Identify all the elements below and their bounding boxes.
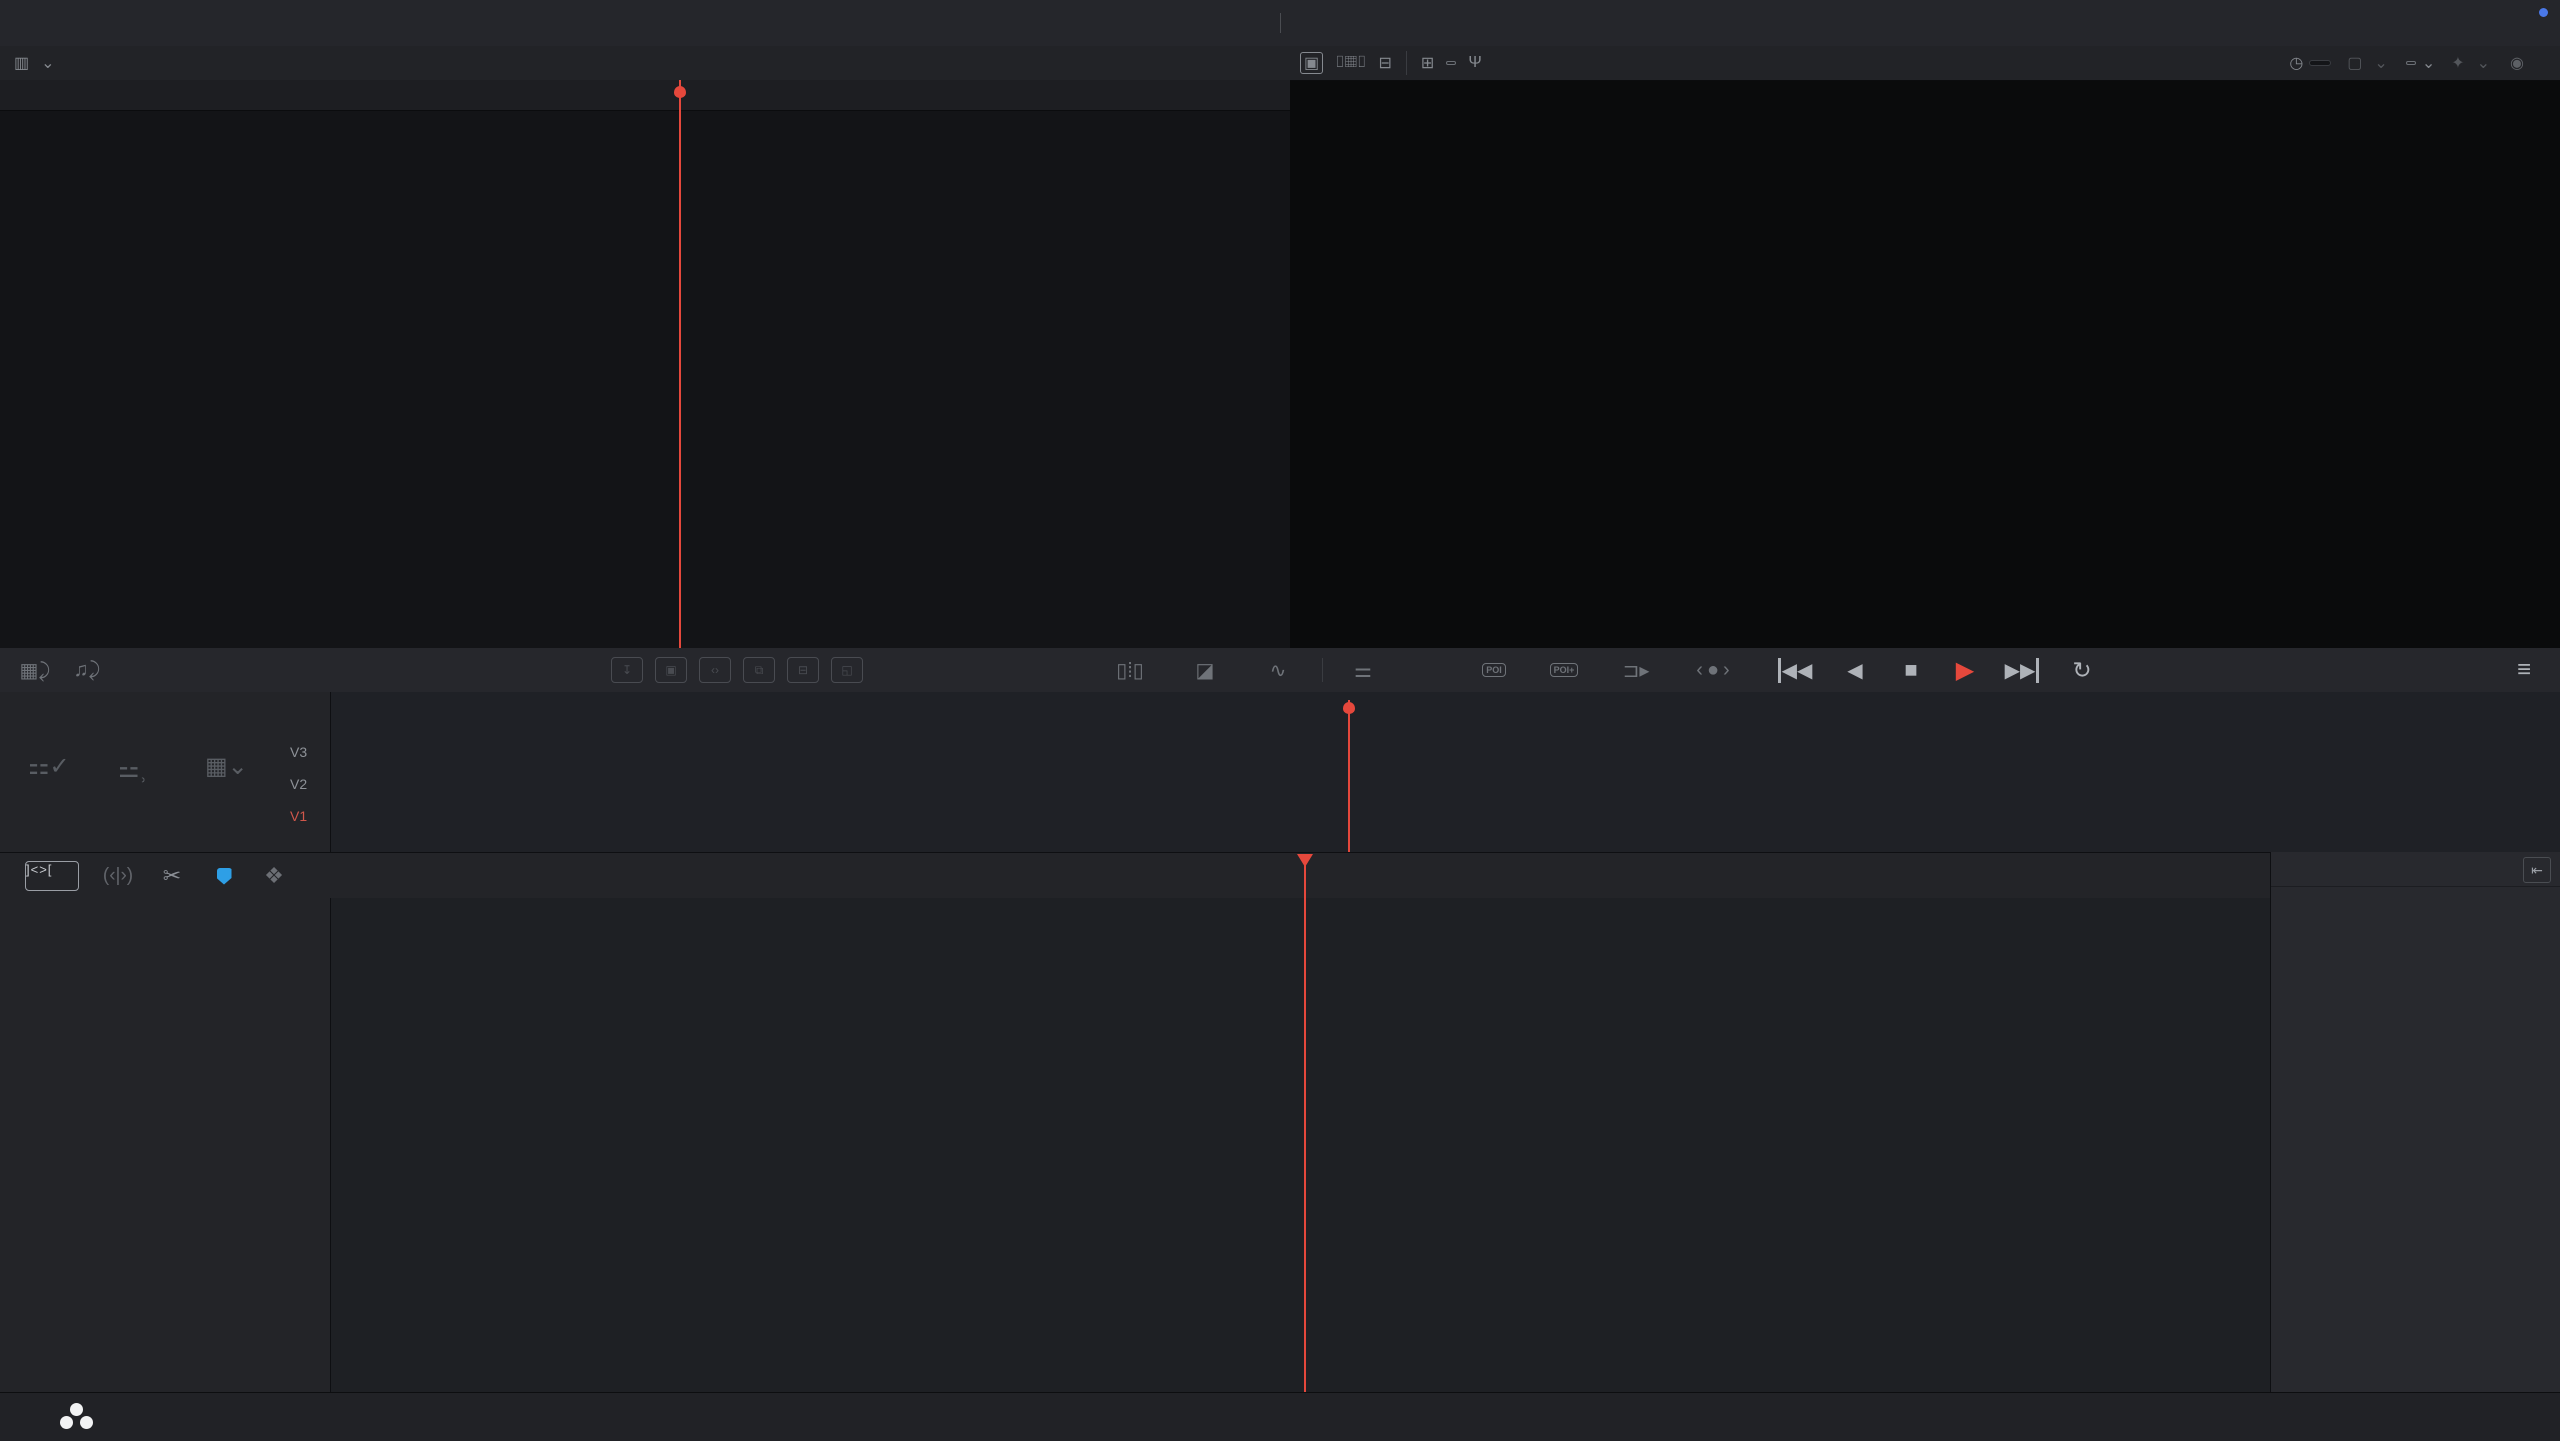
chevron-down-icon[interactable]: ⌄ [2422, 53, 2435, 73]
timeline-pin-icon[interactable]: ⚍⸒ [118, 752, 147, 785]
ripple-overwrite-icon[interactable]: ‹› [696, 648, 734, 692]
stop-icon[interactable]: ■ [1894, 648, 1928, 692]
append-icon[interactable]: ▣ [652, 648, 690, 692]
dissolve-icon[interactable]: ◪ [1185, 648, 1225, 692]
timeline-select-icon[interactable]: ⚏✓ [28, 752, 70, 781]
full-timeline-overview: ⚏✓ ⚍⸒ ▦⌄ V3 V2 V1 [0, 692, 2560, 852]
timeline-toolbar-strip: ]<>[ (‹|›) ✂ ❖ [0, 852, 2560, 900]
davinci-logo-icon [60, 1403, 94, 1431]
source-tape-viewer: ▥ ⌄ [0, 46, 1290, 648]
source-overwrite-icon[interactable]: ⧉ [740, 648, 778, 692]
detail-playhead[interactable] [1304, 854, 1306, 1392]
track-label-v2[interactable]: V2 [290, 776, 307, 792]
source-ruler[interactable] [0, 80, 1290, 111]
loop-icon[interactable]: ↻ [2064, 648, 2100, 692]
chevron-down-icon[interactable]: ⌄ [41, 53, 54, 73]
chevron-down-icon[interactable]: ⌄ [2477, 53, 2490, 73]
place-on-top-icon[interactable]: ⊟ [784, 648, 822, 692]
transport-divider [1322, 658, 1323, 682]
insert-audio-icon[interactable]: ♫⤸ [70, 648, 104, 692]
enhance-icon[interactable]: ✦ [2451, 53, 2464, 73]
sync-lock-icon[interactable] [204, 861, 244, 891]
upper-timeline-tools: ⚏✓ ⚍⸒ ▦⌄ V3 V2 V1 [0, 692, 331, 852]
fast-review-icon[interactable]: ‹●› [1678, 648, 1752, 692]
top-toolbar [0, 0, 2560, 47]
play-around-icon[interactable]: ⊐▸ [1618, 648, 1654, 692]
safe-area-icon[interactable]: ▢ [2347, 53, 2362, 73]
skip-back-icon[interactable]: ◀◀ [1775, 648, 1815, 692]
source-playhead[interactable] [679, 80, 681, 648]
track-label-v3[interactable]: V3 [290, 744, 307, 760]
split-clip-icon[interactable]: ▯⁞▯ [1110, 648, 1150, 692]
razor-icon[interactable]: ✂ [152, 861, 192, 891]
source-filmstrips [0, 110, 1290, 648]
track-headers [0, 898, 331, 1392]
clock-icon[interactable]: ◷ [2289, 53, 2303, 73]
source-clip-icon[interactable]: ▣ [1300, 52, 1323, 74]
overview-ruler[interactable] [330, 700, 2560, 726]
poi-marker-icon[interactable]: POI [1472, 648, 1516, 692]
smooth-cut-icon[interactable]: ∿ [1258, 648, 1298, 692]
source-playhead-head[interactable] [674, 86, 686, 98]
grid-layout-icon[interactable]: ⊞ [1421, 53, 1434, 73]
color-wheel-icon[interactable]: ◉ [2510, 53, 2524, 73]
source-viewer-header: ▥ ⌄ [0, 46, 1290, 81]
sync-bin-viewer: ▣ ⌷▦⌷ ⊟ ⊞ Ψ ◷ ▢ ⌄ ⌄ ✦ ⌄ ◉ [1290, 46, 2560, 648]
insert-video-icon[interactable]: ▦⤸ [18, 648, 52, 692]
transport-bar: ▦⤸ ♫⤸ ↧ ▣ ‹› ⧉ ⊟ ◱ ▯⁞▯ ◪ ∿ ⚌ POI POI+ ⊐▸… [0, 648, 2560, 693]
antenna-icon[interactable]: Ψ [1468, 54, 1481, 72]
playback-settings-icon[interactable]: ⚌ [1345, 648, 1381, 692]
add-poi-marker-icon[interactable]: POI+ [1540, 648, 1588, 692]
five-minute-view-icon[interactable] [1446, 61, 1456, 65]
collaboration-presence-dot [2539, 8, 2548, 17]
sync-timecode-display[interactable] [2309, 60, 2331, 66]
page-navigation-bar [0, 1392, 2560, 1441]
app-brand [60, 1393, 108, 1441]
sync-viewer-header: ▣ ⌷▦⌷ ⊟ ⊞ Ψ ◷ ▢ ⌄ ⌄ ✦ ⌄ ◉ [1290, 46, 2560, 81]
overview-playhead-head[interactable] [1343, 702, 1355, 714]
overview-playhead[interactable] [1348, 700, 1350, 852]
title-divider [1280, 13, 1281, 33]
chevron-down-icon[interactable]: ⌄ [2374, 53, 2387, 73]
smart-insert-icon[interactable]: ↧ [608, 648, 646, 692]
multi-view-icon[interactable]: ⊟ [1379, 53, 1392, 73]
roll-trim-icon[interactable]: (‹|›) [96, 861, 140, 891]
project-header [0, 0, 2560, 46]
play-reverse-icon[interactable]: ◀ [1838, 648, 1872, 692]
detail-timeline [0, 898, 2560, 1392]
mic-icon[interactable] [1408, 648, 1444, 692]
mixer-header: ⇤ [2271, 852, 2560, 887]
mixer-panel: ⇤ [2270, 852, 2560, 1392]
timeline-lane [330, 898, 2270, 1392]
range-selection-icon[interactable]: ]<>[ [22, 861, 82, 891]
detail-ruler[interactable] [330, 853, 2270, 899]
sync-clip-icon[interactable]: ▦⌄ [205, 752, 248, 781]
sync-window-icon[interactable]: ⌷▦⌷ [1335, 54, 1366, 72]
transitions-tool-icon[interactable]: ❖ [252, 861, 296, 891]
filmstrip-icon[interactable]: ▥ [14, 53, 29, 73]
track-label-v1[interactable]: V1 [290, 808, 307, 824]
skip-forward-icon[interactable]: ▶▶ [2002, 648, 2042, 692]
close-up-icon[interactable]: ◱ [828, 648, 866, 692]
collapse-mixer-icon[interactable]: ⇤ [2523, 857, 2551, 883]
playback-quality-hq-icon[interactable] [2406, 61, 2416, 65]
header-divider [1406, 51, 1407, 75]
play-icon[interactable]: ▶ [1948, 648, 1982, 692]
timeline-options-menu-icon[interactable]: ≡ [2504, 648, 2544, 692]
